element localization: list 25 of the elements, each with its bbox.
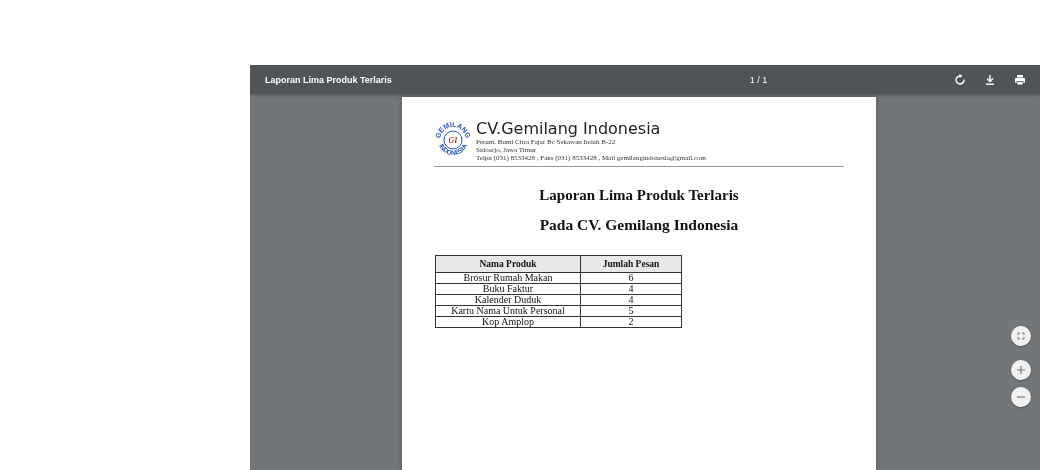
- table-cell: Brosur Rumah Makan: [435, 272, 581, 284]
- fit-page-button[interactable]: [1011, 326, 1031, 346]
- table-cell: 4: [580, 283, 682, 295]
- print-icon: [1014, 73, 1026, 86]
- download-icon: [984, 73, 996, 86]
- page-indicator: 1 / 1: [748, 74, 769, 85]
- table-cell: 6: [580, 272, 682, 284]
- fit-page-icon: [1016, 331, 1026, 341]
- column-header: Jumlah Pesan: [580, 255, 682, 273]
- zoom-in-button[interactable]: [1011, 360, 1031, 380]
- plus-icon: [1016, 365, 1026, 375]
- company-name: CV.Gemilang Indonesia: [476, 120, 662, 138]
- document-title: Laporan Lima Produk Terlaris: [265, 74, 393, 85]
- rotate-icon: [954, 73, 966, 86]
- zoom-out-button[interactable]: [1011, 387, 1031, 407]
- table-cell: Kop Amplop: [435, 316, 581, 328]
- table-cell: 5: [580, 305, 682, 317]
- table-cell: Buku Faktur: [435, 283, 581, 295]
- table-cell: Kartu Nama Untuk Personal: [435, 305, 581, 317]
- column-header: Nama Produk: [435, 255, 581, 273]
- table-cell: 4: [580, 294, 682, 306]
- table-cell: Kalender Duduk: [435, 294, 581, 306]
- table-cell: 2: [580, 316, 682, 328]
- report-title: Laporan Lima Produk Terlaris: [538, 187, 740, 204]
- report-subtitle: Pada CV. Gemilang Indonesia: [538, 216, 740, 234]
